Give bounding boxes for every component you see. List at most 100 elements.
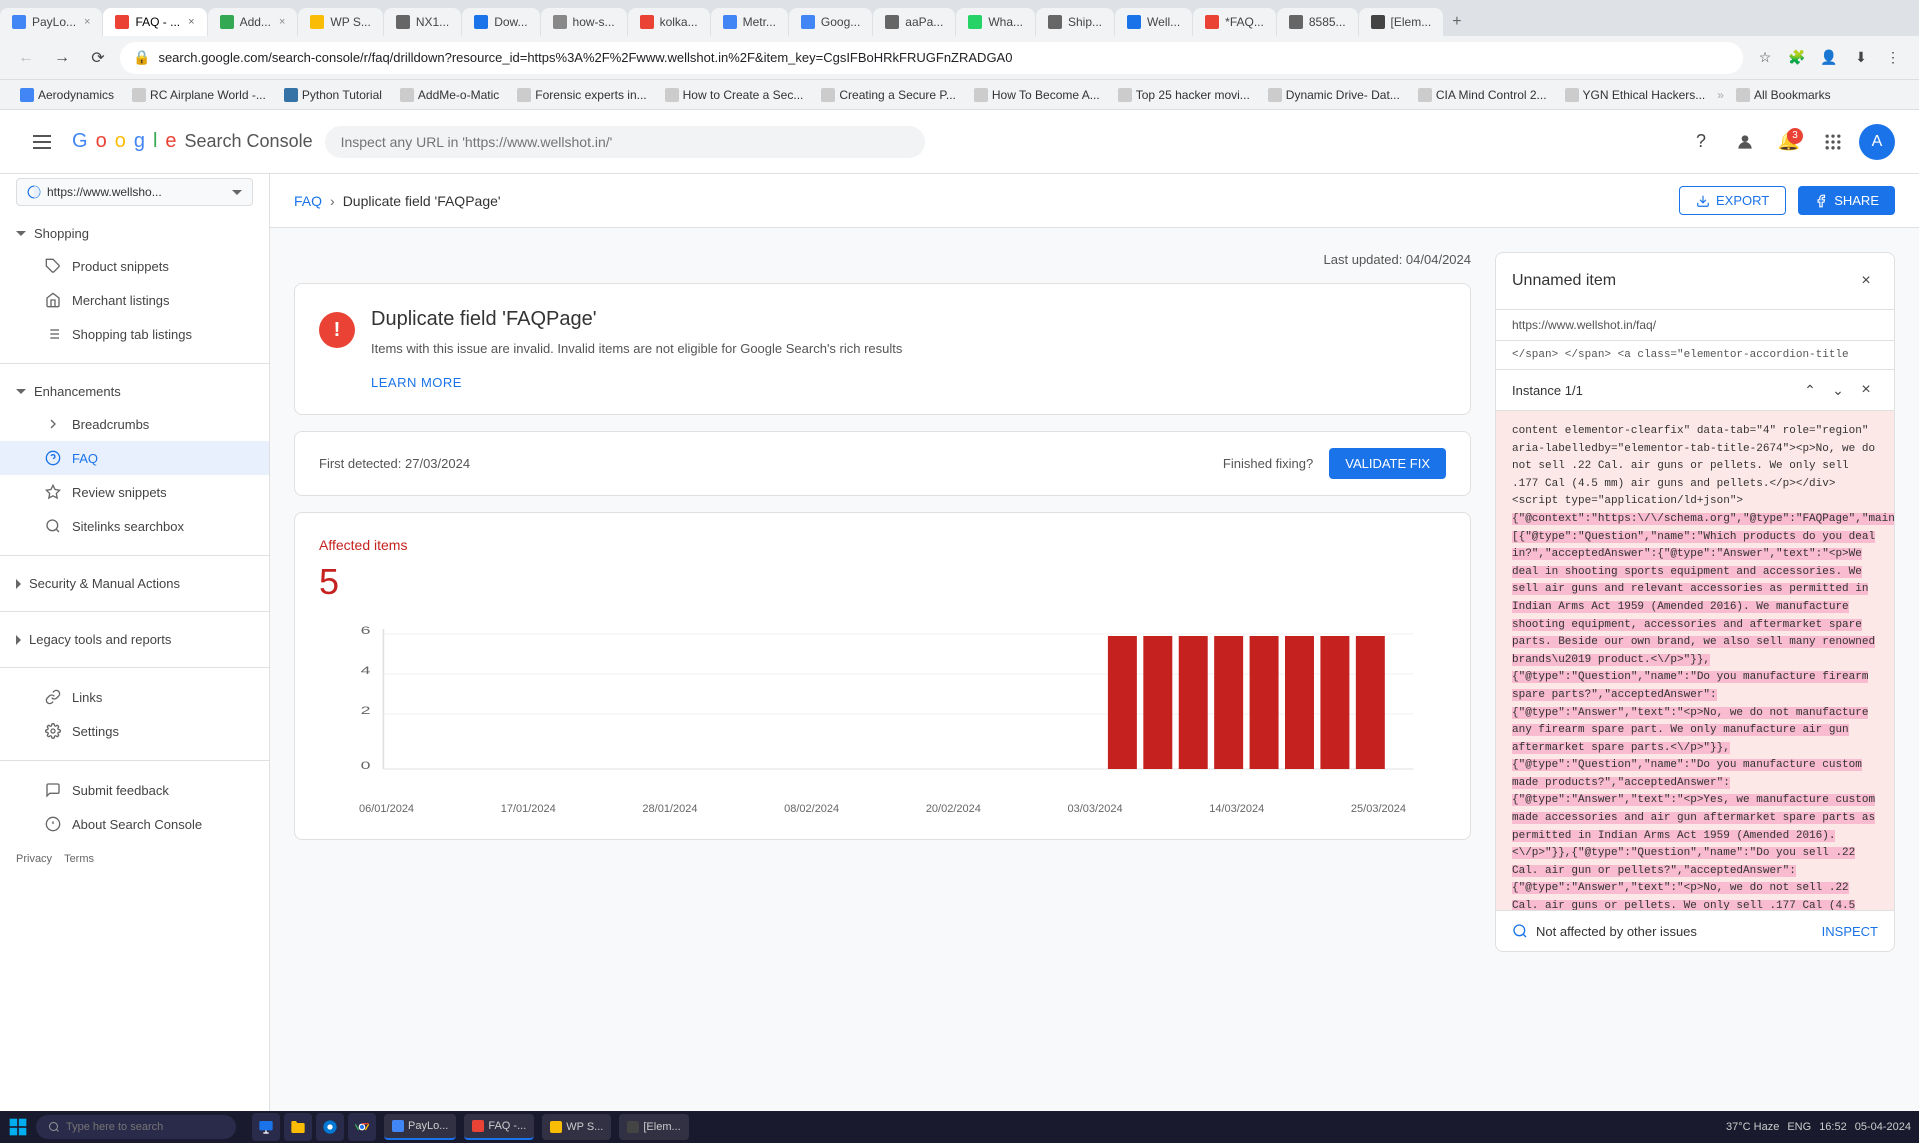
profile-icon[interactable]: 👤 bbox=[1815, 44, 1843, 72]
tab-metr[interactable]: Metr... bbox=[711, 8, 788, 36]
bookmark-rc-airplane[interactable]: RC Airplane World -... bbox=[124, 86, 274, 104]
tab-dow[interactable]: Dow... bbox=[462, 8, 539, 36]
address-bar[interactable]: 🔒 search.google.com/search-console/r/faq… bbox=[120, 42, 1743, 74]
chrome-icon bbox=[354, 1119, 370, 1135]
taskbar-app-chrome[interactable] bbox=[348, 1113, 376, 1141]
legacy-section-header[interactable]: Legacy tools and reports bbox=[0, 624, 269, 655]
bookmark-aerodynamics[interactable]: Aerodynamics bbox=[12, 86, 122, 104]
bookmark-star-icon[interactable]: ☆ bbox=[1751, 44, 1779, 72]
taskbar-open-faq[interactable]: FAQ -... bbox=[464, 1114, 534, 1140]
reload-button[interactable]: ⟳ bbox=[84, 44, 112, 72]
tab-aapa[interactable]: aaPa... bbox=[873, 8, 955, 36]
taskbar-app-folder[interactable] bbox=[284, 1113, 312, 1141]
tab-elem[interactable]: [Elem... bbox=[1359, 8, 1444, 36]
taskbar-open-wp[interactable]: WP S... bbox=[542, 1114, 611, 1140]
bookmark-creating[interactable]: Creating a Secure P... bbox=[813, 86, 964, 104]
tab-kol[interactable]: kolka... bbox=[628, 8, 710, 36]
export-button[interactable]: EXPORT bbox=[1679, 186, 1786, 215]
bookmark-cia[interactable]: CIA Mind Control 2... bbox=[1410, 86, 1555, 104]
tab-wp[interactable]: WP S... bbox=[298, 8, 382, 36]
enhancements-section-header[interactable]: Enhancements bbox=[0, 376, 269, 407]
apps-icon[interactable] bbox=[1815, 124, 1851, 160]
security-section-header[interactable]: Security & Manual Actions bbox=[0, 568, 269, 599]
shopping-section-header[interactable]: Shopping bbox=[0, 218, 269, 249]
bookmark-forensic[interactable]: Forensic experts in... bbox=[509, 86, 654, 104]
bookmark-python[interactable]: Python Tutorial bbox=[276, 86, 390, 104]
sidebar-item-sitelinks[interactable]: Sitelinks searchbox bbox=[0, 509, 269, 543]
tab-faq2[interactable]: *FAQ... bbox=[1193, 8, 1276, 36]
tab-close[interactable]: × bbox=[279, 16, 285, 28]
start-menu[interactable] bbox=[8, 1117, 28, 1137]
sidebar-item-faq[interactable]: FAQ bbox=[0, 441, 269, 475]
chevron-down-icon bbox=[16, 231, 26, 236]
taskbar-app-explorer[interactable] bbox=[252, 1113, 280, 1141]
instance-prev-button[interactable]: ⌃ bbox=[1798, 378, 1822, 402]
taskbar-date: 05-04-2024 bbox=[1855, 1121, 1911, 1133]
error-card-body: Duplicate field 'FAQPage' Items with thi… bbox=[371, 308, 902, 390]
bookmark-top25[interactable]: Top 25 hacker movi... bbox=[1110, 86, 1258, 104]
privacy-link[interactable]: Privacy bbox=[16, 853, 52, 865]
close-panel-button[interactable]: × bbox=[1854, 269, 1878, 293]
back-button[interactable]: ← bbox=[12, 44, 40, 72]
tab-ship[interactable]: Ship... bbox=[1036, 8, 1114, 36]
forward-button[interactable]: → bbox=[48, 44, 76, 72]
instance-close-button[interactable]: × bbox=[1854, 378, 1878, 402]
taskbar-search-input[interactable] bbox=[66, 1121, 208, 1133]
property-selector[interactable]: https://www.wellsho... bbox=[16, 178, 253, 206]
terms-link[interactable]: Terms bbox=[64, 853, 94, 865]
sidebar-item-review-snippets[interactable]: Review snippets bbox=[0, 475, 269, 509]
learn-more-anchor[interactable]: LEARN MORE bbox=[371, 375, 462, 390]
tab-close[interactable]: × bbox=[84, 16, 90, 28]
sidebar-item-breadcrumbs[interactable]: Breadcrumbs bbox=[0, 407, 269, 441]
bookmark-ygn[interactable]: YGN Ethical Hackers... bbox=[1557, 86, 1714, 104]
tab-how[interactable]: how-s... bbox=[541, 8, 627, 36]
tab-paylo[interactable]: PayLo... × bbox=[0, 8, 102, 36]
chart-bar bbox=[1285, 636, 1314, 769]
topbar-search-input[interactable] bbox=[325, 126, 925, 158]
tab-wha[interactable]: Wha... bbox=[956, 8, 1035, 36]
bookmark-dynamic[interactable]: Dynamic Drive- Dat... bbox=[1260, 86, 1408, 104]
bookmark-howto[interactable]: How To Become A... bbox=[966, 86, 1108, 104]
menu-icon[interactable]: ⋮ bbox=[1879, 44, 1907, 72]
tab-close-active[interactable]: × bbox=[188, 16, 194, 28]
tab-well[interactable]: Well... bbox=[1115, 8, 1192, 36]
hamburger-menu[interactable] bbox=[24, 124, 60, 160]
sidebar-item-shopping-tab[interactable]: Shopping tab listings bbox=[0, 317, 269, 351]
validate-fix-button[interactable]: VALIDATE FIX bbox=[1329, 448, 1446, 479]
instance-next-button[interactable]: ⌄ bbox=[1826, 378, 1850, 402]
user-icon[interactable] bbox=[1727, 124, 1763, 160]
sidebar-item-merchant-listings[interactable]: Merchant listings bbox=[0, 283, 269, 317]
notification-icon[interactable]: 🔔 3 bbox=[1771, 124, 1807, 160]
taskbar-search-bar[interactable] bbox=[36, 1115, 236, 1139]
sidebar-item-product-snippets[interactable]: Product snippets bbox=[0, 249, 269, 283]
download-icon[interactable]: ⬇ bbox=[1847, 44, 1875, 72]
help-icon[interactable]: ? bbox=[1683, 124, 1719, 160]
sidebar-item-feedback[interactable]: Submit feedback bbox=[0, 773, 269, 807]
instance-nav: ⌃ ⌄ × bbox=[1798, 378, 1878, 402]
bookmark-how-create[interactable]: How to Create a Sec... bbox=[657, 86, 812, 104]
tab-faq-active[interactable]: FAQ - ... × bbox=[103, 8, 206, 36]
breadcrumb-faq[interactable]: FAQ bbox=[294, 193, 322, 209]
new-tab-button[interactable]: + bbox=[1444, 8, 1469, 36]
bookmark-all[interactable]: All Bookmarks bbox=[1728, 86, 1839, 104]
affected-items-title: Affected items bbox=[319, 537, 1446, 553]
sidebar-item-about[interactable]: About Search Console bbox=[0, 807, 269, 841]
taskbar-open-paylo[interactable]: PayLo... bbox=[384, 1114, 456, 1140]
sidebar-item-settings[interactable]: Settings bbox=[0, 714, 269, 748]
taskbar-app-edge[interactable] bbox=[316, 1113, 344, 1141]
inspect-link[interactable]: INSPECT bbox=[1822, 924, 1878, 939]
tab-8585[interactable]: 8585... bbox=[1277, 8, 1358, 36]
share-button[interactable]: SHARE bbox=[1798, 186, 1895, 215]
bookmark-addme[interactable]: AddMe-o-Matic bbox=[392, 86, 507, 104]
code-content[interactable]: content elementor-clearfix" data-tab="4"… bbox=[1496, 411, 1894, 911]
account-avatar[interactable]: A bbox=[1859, 124, 1895, 160]
sidebar-item-links[interactable]: Links bbox=[0, 680, 269, 714]
extension-puzzle-icon[interactable]: 🧩 bbox=[1783, 44, 1811, 72]
tab-nx1[interactable]: NX1... bbox=[384, 8, 461, 36]
taskbar-open-elem[interactable]: [Elem... bbox=[619, 1114, 688, 1140]
tab-goog[interactable]: Goog... bbox=[789, 8, 872, 36]
tab-add[interactable]: Add... × bbox=[208, 8, 298, 36]
notification-badge: 3 bbox=[1787, 128, 1803, 144]
security-section-label: Security & Manual Actions bbox=[29, 576, 180, 591]
right-panel-url[interactable]: https://www.wellshot.in/faq/ bbox=[1496, 310, 1894, 341]
